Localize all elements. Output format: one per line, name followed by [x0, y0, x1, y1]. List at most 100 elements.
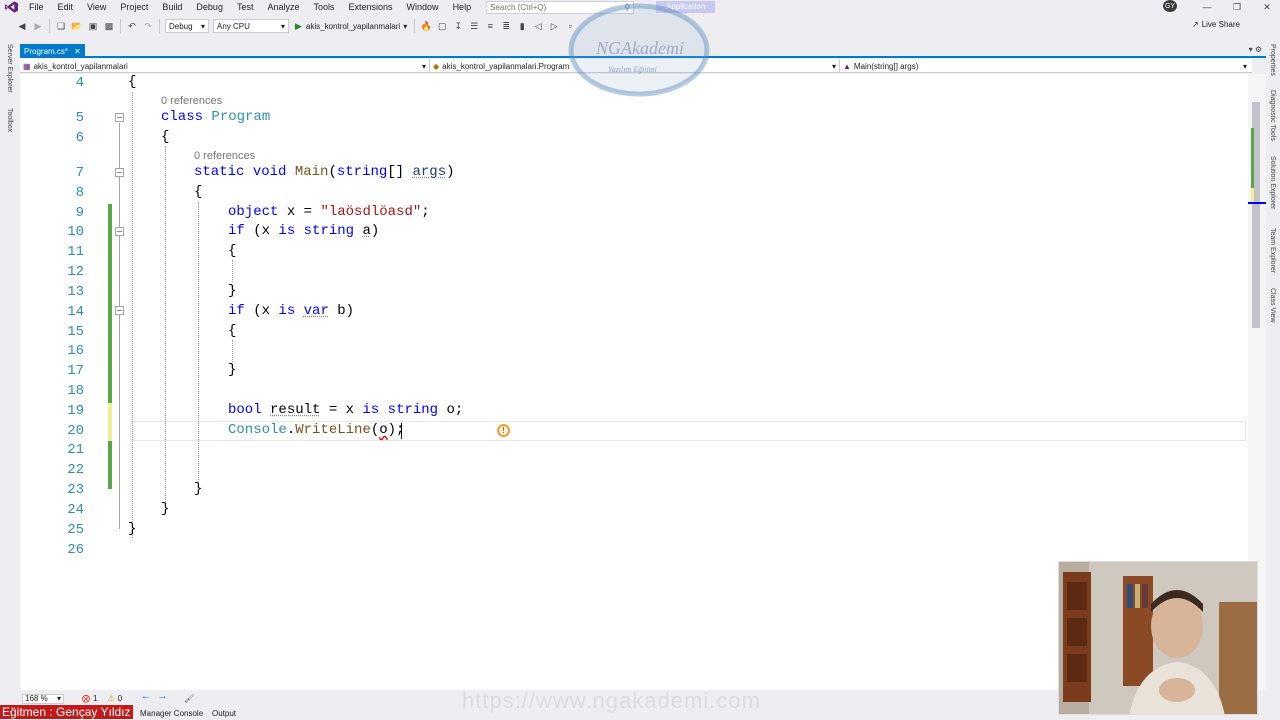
new-project-icon[interactable]: ❏	[54, 19, 68, 33]
line-number: 7	[75, 165, 84, 181]
close-icon[interactable]: ✕	[74, 47, 81, 56]
code-token: WriteLine	[295, 422, 371, 438]
code-line-19: bool result = x is string o;	[228, 402, 463, 418]
menu-analyze[interactable]: Analyze	[260, 2, 306, 12]
code-token: string	[387, 402, 439, 418]
menu-help[interactable]: Help	[446, 2, 479, 12]
outline-icon[interactable]: ☰	[467, 19, 481, 33]
collapse-if-icon[interactable]: −	[115, 227, 124, 236]
code-token: is	[278, 303, 296, 319]
toolbar-separator	[49, 19, 50, 33]
properties-tab[interactable]: Properties	[1269, 44, 1276, 76]
csharp-project-icon: ▦	[23, 61, 31, 71]
open-file-icon[interactable]: 📂	[70, 19, 84, 33]
toolbox-tab[interactable]: Toolbox	[6, 108, 13, 132]
configuration-value: Debug	[169, 21, 193, 31]
close-window-button[interactable]: ✕	[1252, 0, 1280, 14]
error-icon[interactable]: ⨂	[82, 694, 90, 703]
share-icon: ↗	[1192, 20, 1199, 29]
start-debugging-button[interactable]: ▶ akis_kontrol_yapilanmalari ▾	[295, 21, 407, 32]
warning-icon[interactable]: ⚠	[107, 694, 114, 703]
code-line-8: {	[194, 184, 202, 200]
code-token: ;	[421, 204, 430, 220]
collapse-class-icon[interactable]: −	[115, 113, 124, 122]
tab-overflow-icon[interactable]: ▾ ⚙	[1249, 45, 1262, 54]
logo-text: NGAkademi	[595, 38, 684, 58]
arrow-left-icon[interactable]: 🠐	[142, 692, 149, 706]
collapse-method-icon[interactable]: −	[115, 168, 124, 177]
menu-project[interactable]: Project	[113, 2, 155, 12]
live-share-button[interactable]: ↗ Live Share	[1192, 20, 1240, 29]
menu-window[interactable]: Window	[400, 2, 446, 12]
menu-extensions[interactable]: Extensions	[342, 2, 400, 12]
visual-studio-logo-icon[interactable]	[0, 0, 22, 14]
arrow-right-icon[interactable]: 🠒	[159, 692, 166, 706]
type-value: akis_kontrol_yapilanmalari.Program	[442, 61, 570, 71]
undo-icon[interactable]: ↶	[125, 19, 139, 33]
line-number: 10	[67, 224, 84, 240]
save-icon[interactable]: ▣	[86, 19, 100, 33]
code-token: {	[228, 323, 237, 339]
project-dropdown[interactable]: ▦ akis_kontrol_yapilanmalari ▾	[20, 59, 430, 73]
hot-reload-icon[interactable]: 🔥	[419, 19, 433, 33]
server-explorer-tab[interactable]: Server Explorer	[6, 44, 13, 93]
menu-debug[interactable]: Debug	[189, 2, 230, 12]
solution-explorer-tab[interactable]: Solution Explorer	[1269, 156, 1276, 209]
codelens-references[interactable]: 0 references	[161, 95, 222, 107]
minimize-button[interactable]: —	[1192, 0, 1222, 14]
menu-edit[interactable]: Edit	[51, 2, 81, 12]
solution-configuration-dropdown[interactable]: Debug ▾	[165, 19, 209, 33]
class-view-tab[interactable]: Class View	[1269, 288, 1276, 323]
member-dropdown[interactable]: ▲ Main(string[] args) ▾	[840, 59, 1250, 73]
tab-program-cs[interactable]: Program.cs* ✕	[20, 44, 85, 58]
save-all-icon[interactable]: ▩	[102, 19, 116, 33]
zoom-dropdown[interactable]: 168 % ▾	[22, 693, 64, 704]
redo-icon[interactable]: ↷	[141, 19, 155, 33]
solution-platform-dropdown[interactable]: Any CPU ▾	[213, 19, 289, 33]
package-manager-console-tab[interactable]: Manager Console	[140, 709, 203, 718]
menu-build[interactable]: Build	[155, 2, 189, 12]
bookmark-icon[interactable]: ▮	[515, 19, 529, 33]
project-value: akis_kontrol_yapilanmalari	[33, 61, 128, 71]
account-avatar[interactable]: GY	[1163, 0, 1177, 12]
bookmark-next-icon[interactable]: ▷	[547, 19, 561, 33]
comment-icon[interactable]: ≡	[483, 19, 497, 33]
code-token: bool	[228, 402, 262, 418]
ngakademi-logo: NGAkademi Yazılım Eğitimi	[568, 3, 710, 97]
bookmark-prev-icon[interactable]: ◁	[531, 19, 545, 33]
scrollbar-caret-marker	[1248, 202, 1266, 204]
code-line-9: object x = "laösdlöasd";	[228, 204, 430, 220]
team-explorer-tab[interactable]: Team Explorer	[1269, 228, 1276, 273]
code-line-14: if (x is var b)	[228, 303, 354, 319]
play-icon: ▶	[295, 20, 302, 31]
navigate-back-icon[interactable]: ◀	[15, 19, 29, 33]
restore-button[interactable]: ❐	[1222, 0, 1252, 14]
code-token: (x	[244, 303, 279, 319]
code-cleanup-icon[interactable]: 🖌	[184, 694, 194, 703]
code-token: class	[161, 109, 204, 125]
code-token: is	[362, 402, 380, 418]
step-icon[interactable]: ↧	[451, 19, 465, 33]
browser-link-icon[interactable]: ▢	[435, 19, 449, 33]
uncomment-icon[interactable]: ≣	[499, 19, 513, 33]
quick-actions-lightbulb-icon[interactable]: !	[497, 424, 510, 437]
line-number: 8	[75, 185, 84, 201]
collapse-if-icon[interactable]: −	[115, 306, 124, 315]
output-tab[interactable]: Output	[212, 709, 236, 718]
chevron-down-icon: ▾	[831, 61, 836, 71]
menu-file[interactable]: File	[22, 2, 51, 12]
code-token: void	[252, 164, 287, 180]
indent-guide	[198, 202, 199, 492]
menu-test[interactable]: Test	[230, 2, 261, 12]
scrollbar-unsaved-marker	[1251, 188, 1254, 202]
navigate-forward-icon[interactable]: ▶	[31, 19, 45, 33]
text-cursor	[401, 423, 402, 439]
live-share-label: Live Share	[1201, 20, 1240, 29]
diagnostic-tools-tab[interactable]: Diagnostic Tools	[1269, 90, 1276, 141]
menu-tools[interactable]: Tools	[307, 2, 342, 12]
menu-view[interactable]: View	[80, 2, 113, 12]
code-token: if	[228, 223, 245, 239]
codelens-references[interactable]: 0 references	[194, 150, 255, 162]
